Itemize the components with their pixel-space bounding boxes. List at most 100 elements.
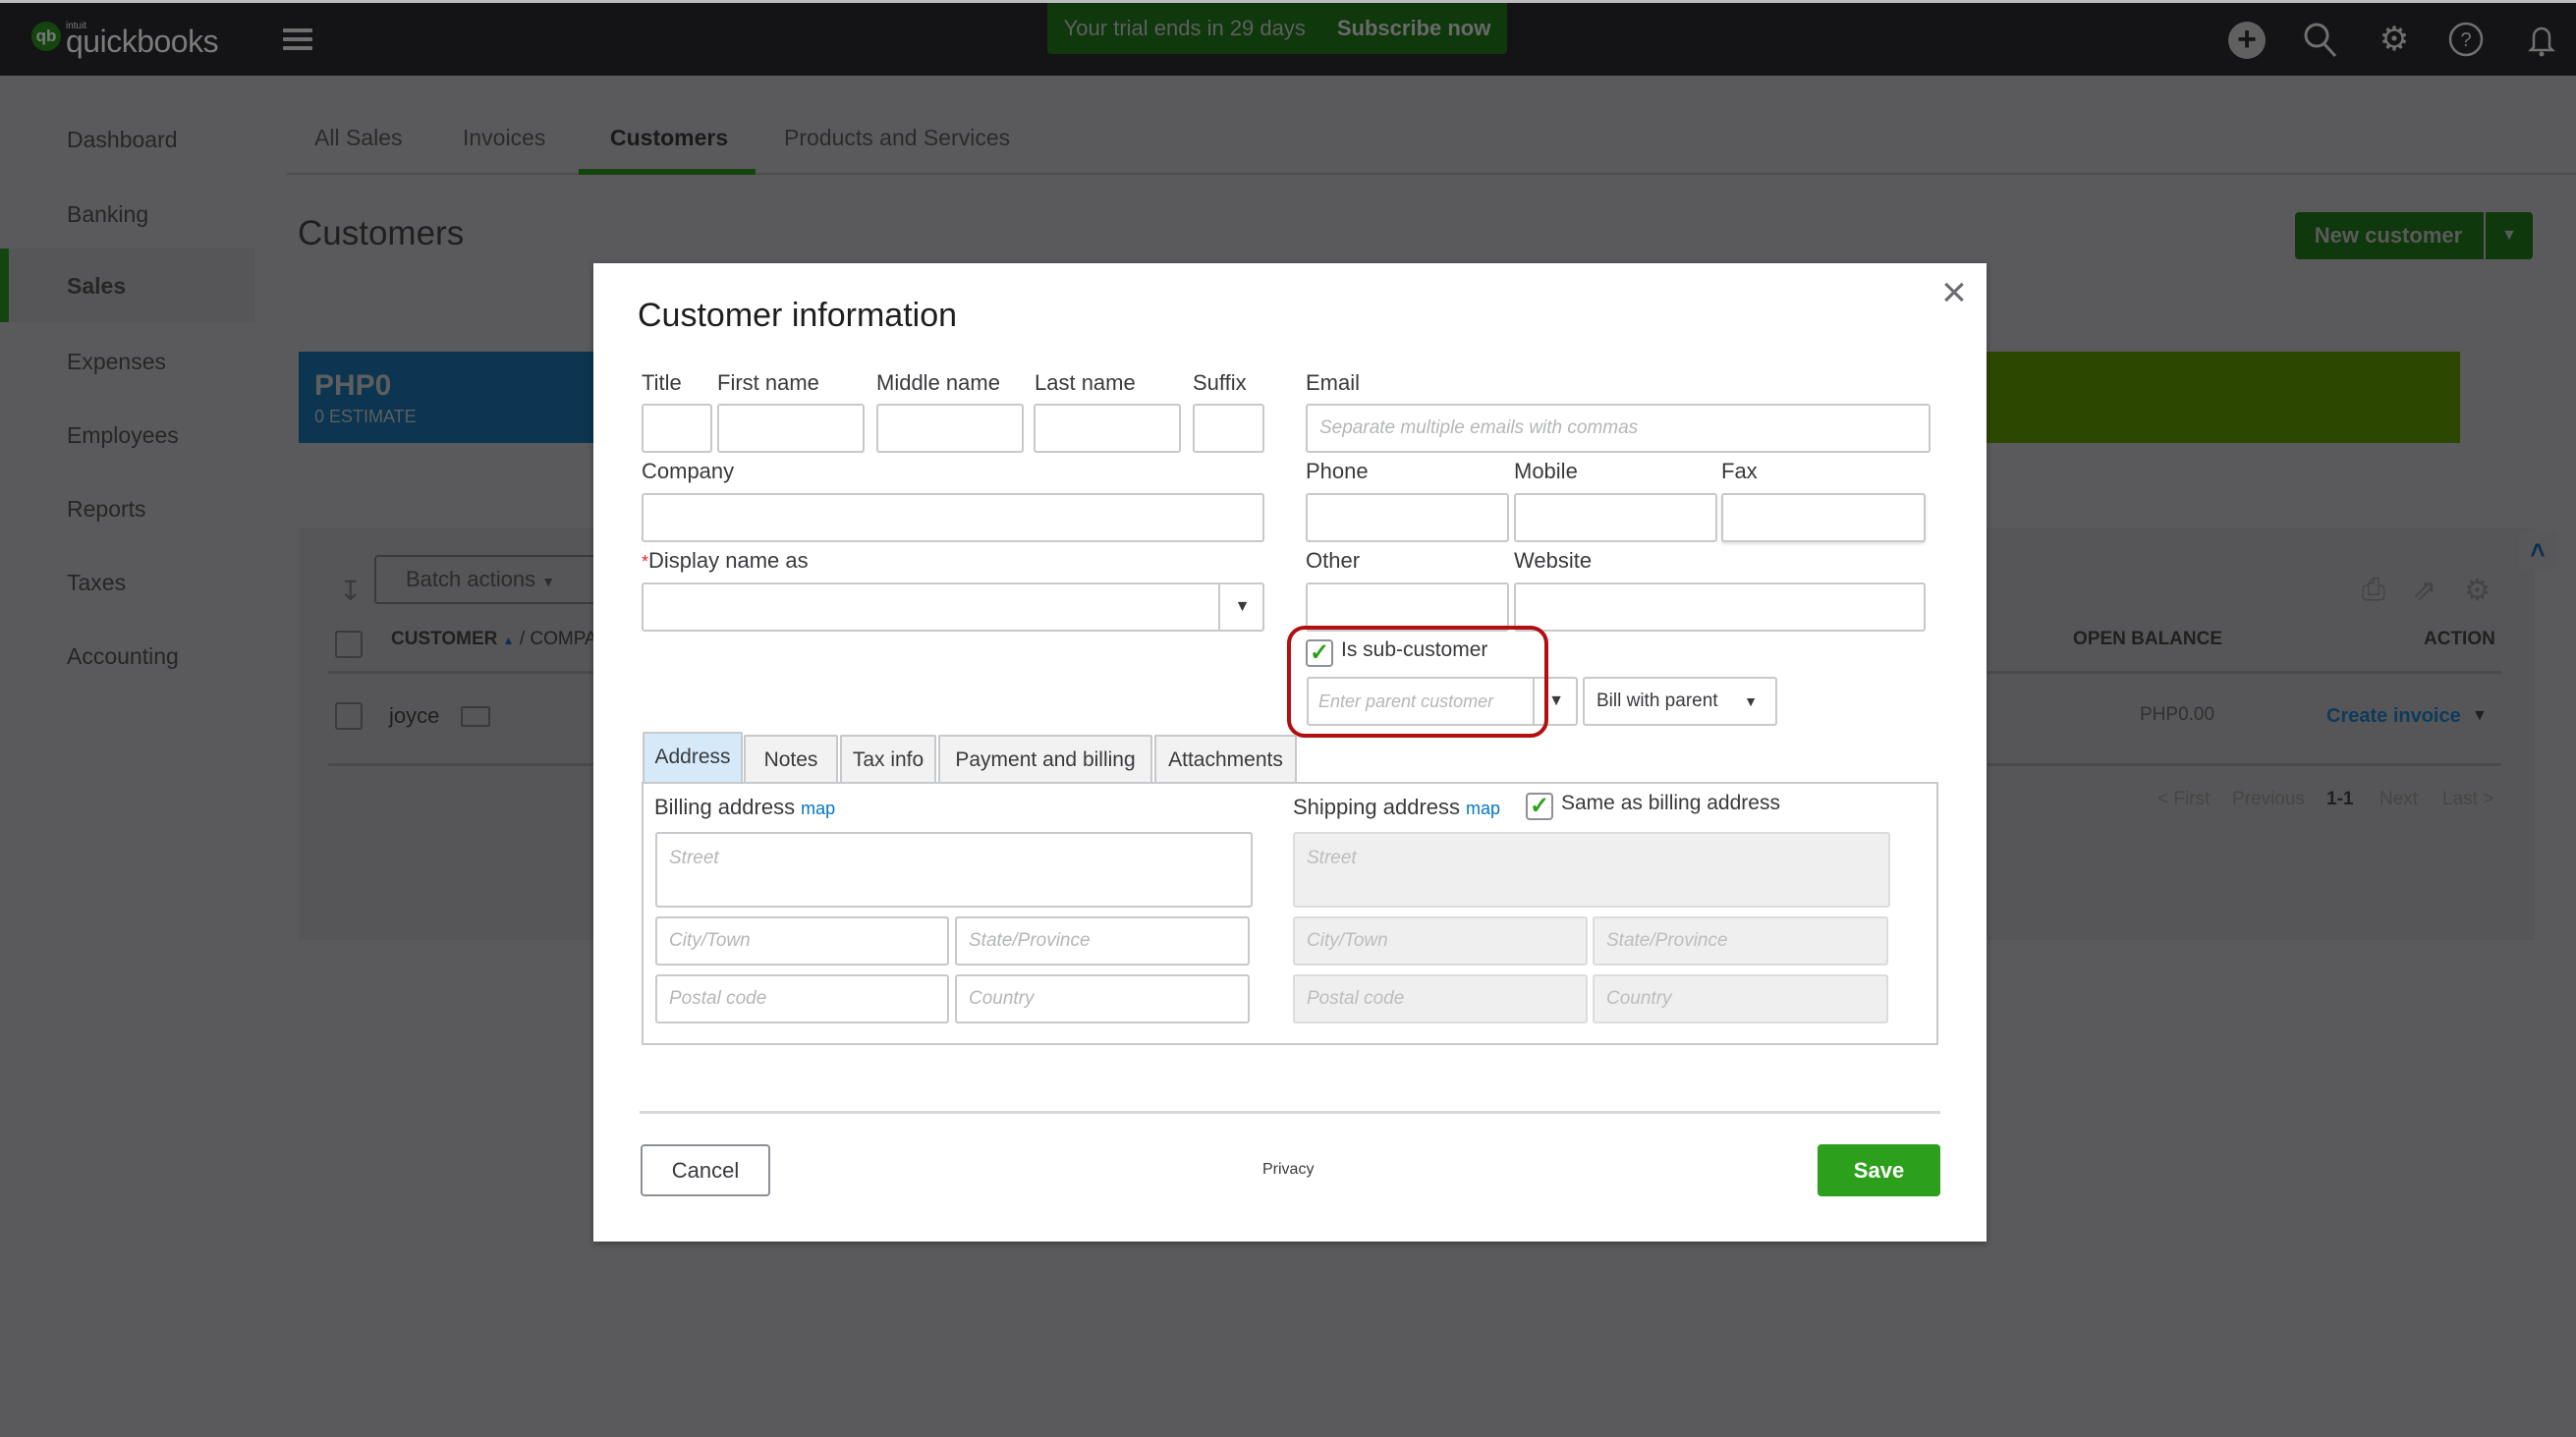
sort-asc-icon: ▲ [502,634,515,647]
billing-option-select[interactable]: Bill with parent ▼ [1583,677,1777,726]
tab-products-and-services[interactable]: Products and Services [784,125,1010,151]
billing-city-input[interactable]: City/Town [655,916,949,966]
same-as-billing-checkbox[interactable]: ✓ [1526,793,1553,820]
new-customer-button[interactable]: New customer [2295,212,2482,259]
pager-last[interactable]: Last > [2442,789,2493,810]
first-name-input[interactable] [717,404,865,453]
display-name-combobox[interactable] [642,582,1264,632]
first-name-label: First name [717,370,819,395]
shipping-country-placeholder: Country [1606,988,1672,1009]
tab-tax-info[interactable]: Tax info [840,735,936,783]
open-balance-value: PHP0.00 [2140,704,2215,725]
sub-customer-highlight-annotation [1287,626,1548,738]
customer-name-link[interactable]: joyce [389,703,439,729]
print-icon[interactable]: ⎙ [2362,574,2385,607]
sidebar-item-reports[interactable]: Reports [67,496,146,523]
tab-attachments[interactable]: Attachments [1154,735,1297,783]
suffix-input[interactable] [1193,404,1264,453]
billing-postal-placeholder: Postal code [669,988,767,1009]
svg-text:?: ? [2460,29,2471,51]
pager-next[interactable]: Next [2380,789,2418,810]
tab-payment-and-billing[interactable]: Payment and billing [938,735,1152,783]
company-label: Company [642,459,735,483]
chevron-down-icon: ▼ [541,574,556,589]
quickbooks-logo-text[interactable]: quickbooks [66,24,219,60]
export-icon[interactable]: ⇗ [2412,574,2436,608]
same-as-billing-label: Same as billing address [1561,792,1780,814]
website-input[interactable] [1514,582,1926,632]
mobile-input[interactable] [1514,493,1717,542]
save-button[interactable]: Save [1818,1144,1940,1196]
new-customer-dropdown-caret-icon[interactable]: ▼ [2486,212,2533,259]
table-settings-gear-icon[interactable]: ⚙ [2464,574,2491,608]
shipping-address-heading: Shipping address map [1293,795,1500,820]
batch-actions-dropdown[interactable]: Batch actions ▼ [374,555,600,604]
action-dropdown-caret-icon[interactable]: ▼ [2472,707,2488,725]
shipping-postal-placeholder: Postal code [1307,988,1405,1009]
batch-actions-label: Batch actions [406,567,536,591]
active-tab-indicator [579,169,756,175]
column-header-action: ACTION [2424,629,2495,649]
sidebar-item-expenses[interactable]: Expenses [67,349,166,375]
column-header-open-balance[interactable]: OPEN BALANCE [2073,629,2222,650]
tab-address[interactable]: Address [643,732,743,784]
sidebar-item-banking[interactable]: Banking [67,201,148,228]
phone-label: Phone [1306,459,1369,483]
other-input[interactable] [1306,582,1509,632]
bell-icon[interactable] [2522,20,2561,59]
middle-name-input[interactable] [876,404,1024,453]
row-checkbox[interactable] [335,702,363,730]
required-asterisk: * [642,552,649,572]
last-name-input[interactable] [1034,404,1181,453]
company-input[interactable] [642,493,1264,542]
phone-input[interactable] [1306,493,1509,542]
billing-street-placeholder: Street [669,848,719,868]
sort-arrow-icon[interactable]: ↧ [339,575,362,607]
title-input[interactable] [642,404,712,453]
billing-country-input[interactable]: Country [955,974,1250,1023]
shipping-postal-input: Postal code [1293,974,1588,1023]
shipping-state-input: State/Province [1593,916,1888,966]
create-invoice-link[interactable]: Create invoice [2326,705,2461,728]
billing-state-input[interactable]: State/Province [955,916,1250,966]
sidebar-item-employees[interactable]: Employees [67,422,179,449]
tab-all-sales[interactable]: All Sales [314,125,402,151]
billing-country-placeholder: Country [969,988,1035,1009]
collapse-up-chevron-icon[interactable]: ˄ [2519,530,2556,570]
tab-invoices[interactable]: Invoices [463,125,545,151]
mobile-label: Mobile [1514,459,1578,483]
display-name-dropdown-caret-icon[interactable]: ▼ [1218,584,1264,630]
hamburger-menu-icon[interactable] [283,28,312,50]
subscribe-now-link[interactable]: Subscribe now [1337,16,1490,41]
select-all-checkbox[interactable] [335,631,363,658]
billing-postal-input[interactable]: Postal code [655,974,949,1023]
sidebar-item-sales[interactable]: Sales [67,273,126,300]
paid-money-bar[interactable] [1987,352,2460,443]
privacy-link[interactable]: Privacy [1262,1161,1314,1179]
close-icon[interactable]: × [1934,271,1974,314]
column-header-customer[interactable]: CUSTOMER ▲ / COMPA [391,629,597,650]
pager-first[interactable]: < First [2157,789,2210,810]
email-input[interactable]: Separate multiple emails with commas [1306,404,1931,453]
email-placeholder: Separate multiple emails with commas [1319,417,1639,438]
mail-icon[interactable] [461,706,490,727]
fax-input[interactable] [1721,493,1926,542]
last-name-label: Last name [1035,370,1136,395]
estimate-money-bar[interactable]: PHP0 0 ESTIMATE [299,352,613,443]
company-header-label: / COMPA [519,629,597,649]
billing-street-input[interactable]: Street [655,832,1253,908]
search-icon[interactable] [2301,20,2340,59]
plus-icon[interactable]: + [2228,22,2266,59]
cancel-button[interactable]: Cancel [641,1144,770,1196]
sidebar-item-dashboard[interactable]: Dashboard [67,127,178,153]
tab-notes[interactable]: Notes [744,735,838,783]
shipping-map-link[interactable]: map [1466,799,1500,818]
billing-map-link[interactable]: map [801,799,835,818]
pager-previous[interactable]: Previous [2232,789,2305,810]
quickbooks-logo-icon[interactable]: qb [31,22,61,51]
help-icon[interactable]: ? [2446,20,2486,59]
sidebar-item-taxes[interactable]: Taxes [67,570,126,596]
gear-icon[interactable]: ⚙ [2375,20,2414,59]
tab-customers[interactable]: Customers [610,125,728,151]
sidebar-item-accounting[interactable]: Accounting [67,643,179,670]
